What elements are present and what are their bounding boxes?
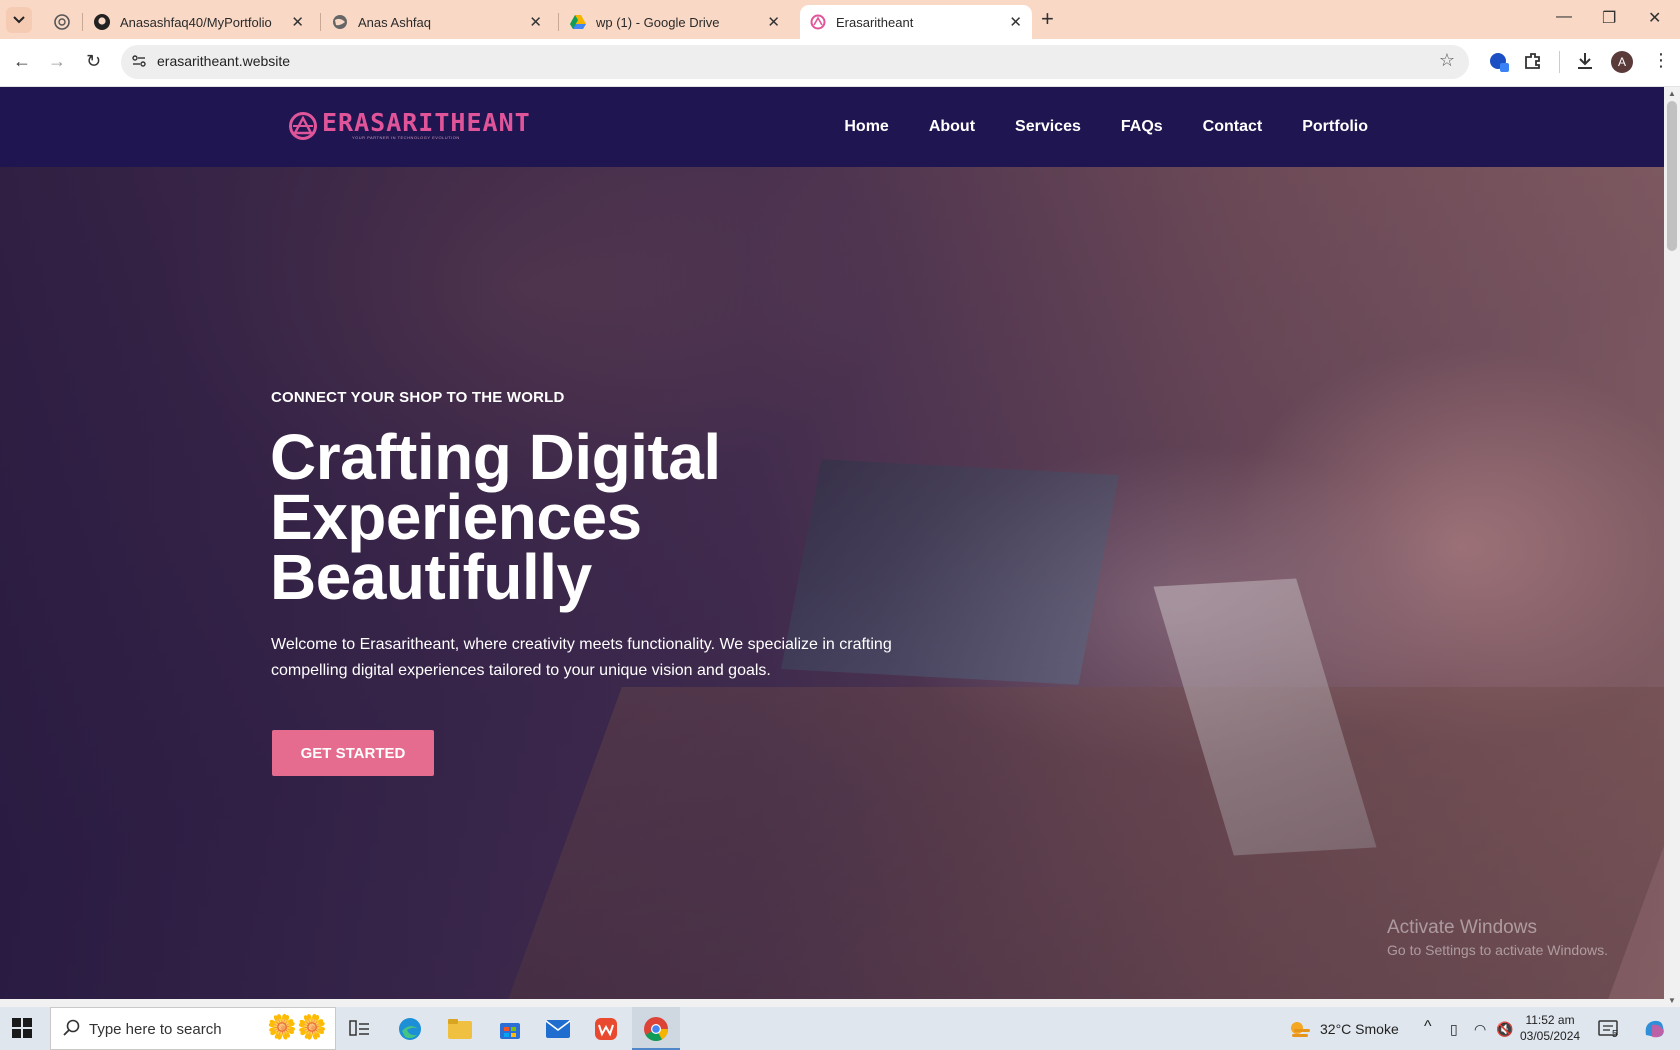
logo-emblem-icon [289,112,317,140]
watermark-subtitle: Go to Settings to activate Windows. [1387,942,1608,958]
tab-google-drive[interactable]: wp (1) - Google Drive ✕ [560,5,790,39]
bookmark-star-icon[interactable]: ☆ [1439,50,1455,71]
scrollbar-thumb[interactable] [1667,101,1677,251]
wps-office-icon[interactable] [592,1015,620,1043]
nav-portfolio[interactable]: Portfolio [1302,118,1368,136]
tab-search-button[interactable] [6,7,32,33]
forward-icon[interactable]: → [48,51,66,72]
logo-text: ERASARITHEANT [322,108,531,137]
nav-faqs[interactable]: FAQs [1121,118,1163,136]
volume-mute-icon[interactable]: 🔇 [1496,1021,1513,1038]
hero-title: Crafting Digital Experiences Beautifully [270,421,970,613]
tab-separator [558,13,559,31]
close-icon[interactable]: ✕ [529,13,542,31]
weather-text[interactable]: 32°C Smoke [1320,1021,1399,1037]
hero-section: CONNECT YOUR SHOP TO THE WORLD Crafting … [0,167,1664,999]
google-drive-icon [570,14,586,30]
windows-taskbar: Type here to search 🌼🌼 32°C Smoke ^ ▯ ◠ … [0,1007,1680,1050]
windows-start-icon[interactable] [12,1018,32,1043]
notifications-icon[interactable] [1596,1015,1622,1043]
github-icon [94,14,110,30]
watermark-title: Activate Windows [1387,917,1537,938]
clock-date: 03/05/2024 [1520,1029,1581,1043]
close-icon[interactable]: ✕ [767,13,780,31]
window-close-icon[interactable]: ✕ [1648,8,1661,28]
nav-about[interactable]: About [929,118,975,136]
hero-eyebrow: CONNECT YOUR SHOP TO THE WORLD [271,389,565,406]
extension-icon[interactable] [1488,51,1510,78]
tab-label: Erasaritheant [836,14,914,30]
activate-windows-watermark: Activate Windows Go to Settings to activ… [1387,917,1608,958]
copilot-icon[interactable] [1640,1015,1670,1043]
site-logo[interactable]: ERASARITHEANT YOUR PARTNER IN TECHNOLOGY… [288,108,531,141]
minimize-icon[interactable]: — [1556,8,1572,26]
tab-chatgpt[interactable] [44,5,86,39]
close-icon[interactable]: ✕ [291,13,304,31]
site-header: ERASARITHEANT YOUR PARTNER IN TECHNOLOGY… [0,87,1664,167]
search-icon [63,1019,81,1042]
tab-github[interactable]: Anasashfaq40/MyPortfolio ✕ [84,5,314,39]
taskbar-search-box[interactable]: Type here to search 🌼🌼 [50,1007,336,1050]
chevron-up-icon[interactable]: ^ [1424,1018,1432,1036]
globe-icon [332,14,348,30]
menu-dots-icon[interactable]: ⋮ [1652,50,1670,71]
nav-services[interactable]: Services [1015,118,1081,136]
reload-icon[interactable]: ↻ [86,51,101,72]
tab-separator [320,13,321,31]
system-clock[interactable]: 11:52 am 03/05/2024 [1520,1012,1580,1044]
nav-contact[interactable]: Contact [1203,118,1263,136]
clock-time: 11:52 am [1525,1013,1575,1027]
tab-erasaritheant[interactable]: Erasaritheant ✕ [800,5,1032,39]
profile-avatar[interactable]: A [1611,51,1633,73]
restore-icon[interactable]: ❐ [1602,8,1616,28]
task-view-icon[interactable] [346,1015,374,1043]
chrome-icon[interactable] [642,1015,670,1043]
tab-label: Anas Ashfaq [358,14,431,30]
scroll-up-icon[interactable]: ▲ [1668,89,1676,98]
edge-icon[interactable] [396,1015,424,1043]
flowers-icon: 🌼🌼 [267,1014,327,1041]
taskbar-search-placeholder: Type here to search [89,1021,222,1038]
tab-label: wp (1) - Google Drive [596,14,720,30]
page-scrollbar[interactable]: ▲ ▼ [1664,87,1680,1007]
browser-toolbar: ← → ↻ erasaritheant.website ☆ A ⋮ [0,39,1680,87]
nav-home[interactable]: Home [844,118,888,136]
main-nav: Home About Services FAQs Contact Portfol… [844,118,1368,136]
battery-icon[interactable]: ▯ [1450,1021,1458,1038]
close-icon[interactable]: ✕ [1009,13,1022,31]
address-bar[interactable]: erasaritheant.website ☆ [121,45,1469,79]
microsoft-store-icon[interactable] [496,1015,524,1043]
back-icon[interactable]: ← [13,51,31,72]
site-info-icon[interactable] [131,53,147,74]
toolbar-divider [1559,51,1560,73]
hero-title-line: Beautifully [270,541,592,613]
chevron-down-icon [13,16,25,24]
tab-label: Anasashfaq40/MyPortfolio [120,14,272,30]
mail-icon[interactable] [544,1015,572,1043]
tab-separator [82,13,83,31]
hero-description: Welcome to Erasaritheant, where creativi… [271,636,892,679]
extensions-puzzle-icon[interactable] [1523,51,1543,76]
file-explorer-icon[interactable] [446,1015,474,1043]
erasaritheant-icon [810,14,826,30]
new-tab-button[interactable]: + [1041,8,1054,30]
horizontal-scrollbar[interactable] [0,999,1664,1007]
wifi-icon[interactable]: ◠ [1474,1021,1486,1038]
chatgpt-icon [54,14,70,30]
weather-icon[interactable] [1288,1015,1312,1043]
download-icon[interactable] [1575,51,1595,76]
tab-anas-ashfaq[interactable]: Anas Ashfaq ✕ [322,5,552,39]
get-started-button[interactable]: GET STARTED [272,730,434,776]
notification-count: 5 [1612,1029,1618,1040]
hero-title-line: Crafting Digital [270,421,721,493]
scroll-down-icon[interactable]: ▼ [1668,996,1676,1005]
hero-title-line: Experiences [270,481,642,553]
url-text[interactable]: erasaritheant.website [157,53,290,69]
browser-tab-bar: Anasashfaq40/MyPortfolio ✕ Anas Ashfaq ✕… [0,0,1680,39]
